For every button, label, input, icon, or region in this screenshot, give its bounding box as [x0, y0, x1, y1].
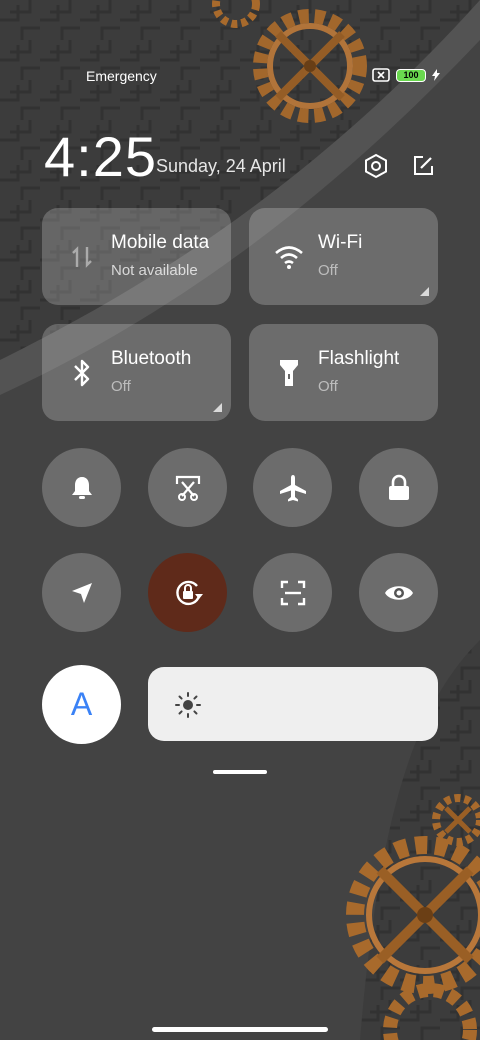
clock-date: Sunday, 24 April [156, 156, 286, 176]
no-sim-icon [372, 68, 390, 82]
edit-icon [414, 156, 433, 175]
tile-subtitle: Off [318, 262, 338, 279]
tile-mobile-data[interactable]: Mobile data Not available [42, 208, 231, 305]
tile-wifi[interactable]: Wi-Fi Off [249, 208, 438, 305]
screen-cast-icon [175, 475, 200, 501]
tile-flashlight[interactable]: Flashlight Off [249, 324, 438, 421]
auto-brightness-label: A [70, 686, 93, 722]
carrier-label: Emergency [86, 68, 157, 84]
scanner-icon [280, 580, 305, 605]
status-bar: Emergency 100 [86, 66, 440, 88]
bell-icon [71, 476, 92, 499]
tile-subtitle: Off [318, 378, 338, 395]
mobile-data-icon [64, 239, 100, 275]
brightness-slider[interactable] [148, 667, 438, 741]
expand-corner-icon[interactable] [420, 287, 429, 296]
bluetooth-icon [64, 355, 100, 391]
battery-indicator: 100 [396, 68, 426, 82]
toggle-airplane[interactable] [253, 448, 332, 527]
airplane-icon [279, 474, 306, 501]
tile-subtitle: Not available [111, 262, 198, 279]
tile-subtitle: Off [111, 378, 131, 395]
panel-drag-handle[interactable] [213, 770, 267, 774]
settings-hexagon-icon [365, 153, 387, 179]
sun-icon [175, 692, 201, 718]
tile-title: Flashlight [318, 348, 400, 369]
settings-button[interactable] [360, 150, 392, 182]
toggle-reading-mode[interactable] [359, 553, 438, 632]
toggle-location[interactable] [42, 553, 121, 632]
auto-brightness-button[interactable]: A [42, 665, 121, 744]
toggle-scanner[interactable] [253, 553, 332, 632]
toggle-rotation-lock[interactable] [148, 553, 227, 632]
clock-time: 4:25 [44, 125, 157, 188]
toggle-silent[interactable] [42, 448, 121, 527]
location-icon [71, 582, 92, 603]
tile-title: Mobile data [111, 232, 210, 253]
home-indicator[interactable] [152, 1027, 328, 1032]
rotation-lock-icon [175, 580, 203, 605]
edit-button[interactable] [407, 150, 439, 182]
toggle-lock-screen[interactable] [359, 448, 438, 527]
flashlight-icon [271, 355, 307, 391]
expand-corner-icon[interactable] [213, 403, 222, 412]
tile-title: Bluetooth [111, 348, 192, 369]
tile-title: Wi-Fi [318, 232, 363, 253]
lock-icon [388, 474, 409, 500]
tile-bluetooth[interactable]: Bluetooth Off [42, 324, 231, 421]
toggle-screen-cast[interactable] [148, 448, 227, 527]
charging-icon [432, 69, 440, 81]
wifi-icon [271, 239, 307, 275]
eye-icon [384, 585, 413, 600]
